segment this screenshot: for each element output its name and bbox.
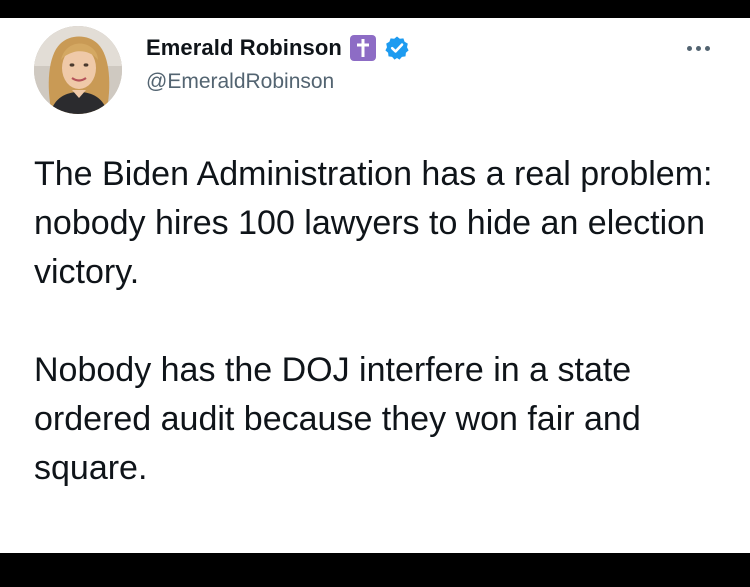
tweet-card: Emerald Robinson @EmeraldRobinson The Bi… [0, 18, 750, 553]
handle[interactable]: @EmeraldRobinson [146, 70, 334, 94]
avatar[interactable] [34, 26, 122, 114]
more-options-icon [695, 45, 701, 51]
more-options-icon [704, 45, 710, 51]
verified-icon [384, 35, 410, 61]
author-name-row: Emerald Robinson [146, 32, 410, 64]
more-options-icon [686, 45, 692, 51]
display-name[interactable]: Emerald Robinson [146, 35, 342, 61]
tweet-paragraph: Nobody has the DOJ interfere in a state … [34, 351, 641, 487]
cross-icon [349, 35, 376, 61]
more-options-button[interactable] [678, 38, 718, 58]
tweet-text: The Biden Administration has a real prob… [34, 150, 734, 493]
profile-photo-icon [34, 26, 122, 114]
tweet-paragraph: The Biden Administration has a real prob… [34, 155, 713, 291]
screenshot-frame: Emerald Robinson @EmeraldRobinson The Bi… [0, 0, 750, 587]
